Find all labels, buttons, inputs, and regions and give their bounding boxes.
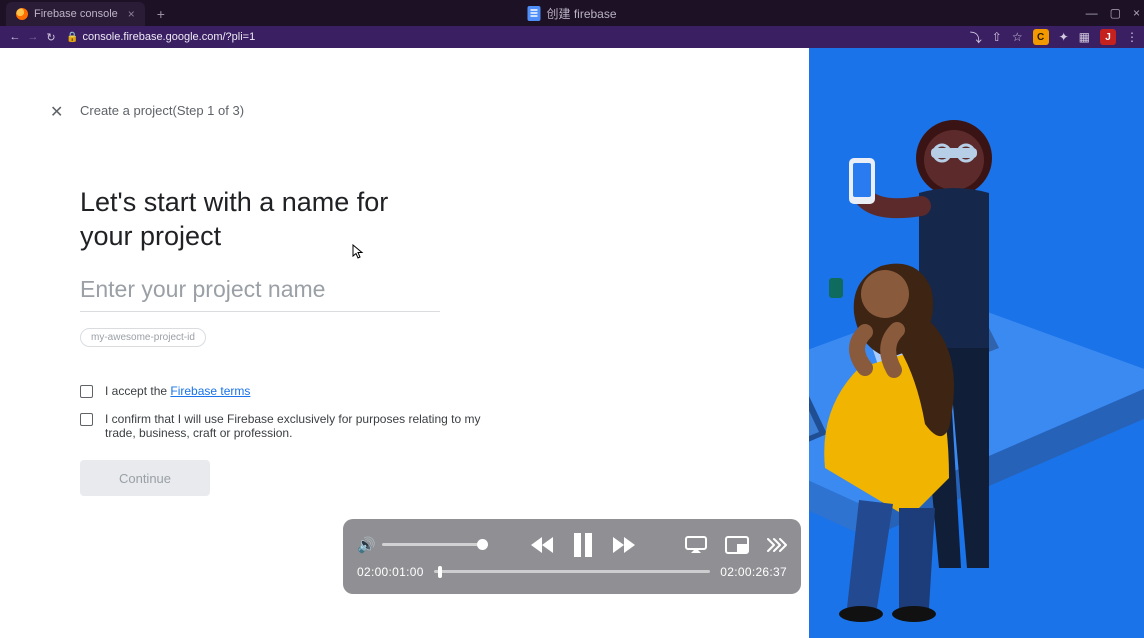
bookmark-star-icon[interactable]: ☆: [1012, 30, 1023, 44]
playback-timeline[interactable]: [434, 570, 711, 573]
project-id-chip: my-awesome-project-id: [80, 328, 206, 347]
pause-button[interactable]: [573, 533, 593, 557]
page-heading: Let's start with a name for your project: [80, 186, 410, 254]
picture-in-picture-icon[interactable]: [725, 536, 749, 554]
volume-slider[interactable]: [382, 543, 482, 546]
window-title-text: 创建 firebase: [546, 5, 616, 22]
fast-forward-button[interactable]: [611, 536, 635, 554]
close-wizard-button[interactable]: ✕: [50, 102, 63, 122]
overflow-menu-icon[interactable]: ⋮: [1126, 30, 1138, 44]
tab-title: Firebase console: [34, 8, 118, 20]
browser-tabstrip: Firebase console × + 创建 firebase — ▢ ×: [0, 0, 1144, 26]
extensions-puzzle-icon[interactable]: ✦: [1059, 30, 1069, 44]
browser-tab-active[interactable]: Firebase console ×: [6, 2, 145, 26]
nav-back-icon[interactable]: ←: [6, 31, 24, 43]
hero-illustration: [809, 48, 1144, 638]
continue-button: Continue: [80, 460, 210, 496]
window-maximize-icon[interactable]: ▢: [1110, 6, 1121, 20]
share-icon[interactable]: ⇧: [992, 30, 1002, 44]
firebase-terms-link[interactable]: Firebase terms: [170, 384, 250, 398]
nav-forward-icon: →: [24, 31, 42, 43]
lock-icon: 🔒: [66, 32, 78, 43]
terms-label-pre: I accept the: [105, 384, 170, 398]
video-player-overlay: 🔊: [343, 519, 801, 594]
apps-grid-icon[interactable]: ▦: [1079, 30, 1090, 44]
wizard-step-label: Create a project(Step 1 of 3): [80, 103, 244, 118]
terms-checkbox[interactable]: [80, 385, 93, 398]
document-icon: [527, 6, 540, 21]
window-title: 创建 firebase: [527, 0, 616, 26]
business-use-checkbox[interactable]: [80, 413, 93, 426]
playback-current-time: 02:00:01:00: [357, 565, 424, 579]
browser-address-bar: ← → ↻ 🔒 console.firebase.google.com/?pli…: [0, 26, 1144, 48]
translate-icon[interactable]: ⤵: [970, 29, 982, 46]
window-close-icon[interactable]: ×: [1133, 6, 1140, 20]
airplay-icon[interactable]: [685, 536, 707, 554]
new-tab-button[interactable]: +: [151, 4, 171, 24]
business-use-label: I confirm that I will use Firebase exclu…: [105, 412, 500, 440]
nav-reload-icon[interactable]: ↻: [42, 31, 60, 44]
url-text: console.firebase.google.com/?pli=1: [82, 31, 255, 43]
firebase-favicon-icon: [16, 8, 28, 20]
playback-total-time: 02:00:26:37: [720, 565, 787, 579]
extension-badge-icon[interactable]: C: [1033, 29, 1049, 45]
volume-icon[interactable]: 🔊: [357, 536, 376, 554]
timeline-thumb[interactable]: [438, 566, 442, 578]
volume-thumb[interactable]: [477, 539, 488, 550]
terms-label: I accept the Firebase terms: [105, 384, 250, 398]
url-field[interactable]: 🔒 console.firebase.google.com/?pli=1: [66, 31, 970, 43]
skip-forward-icon[interactable]: [767, 536, 787, 554]
page-content: ✕ Create a project(Step 1 of 3) Let's st…: [0, 48, 1144, 638]
profile-avatar-icon[interactable]: J: [1100, 29, 1116, 45]
tab-close-icon[interactable]: ×: [128, 7, 135, 21]
window-minimize-icon[interactable]: —: [1086, 6, 1098, 20]
project-name-input[interactable]: [80, 270, 440, 312]
rewind-button[interactable]: [531, 536, 555, 554]
